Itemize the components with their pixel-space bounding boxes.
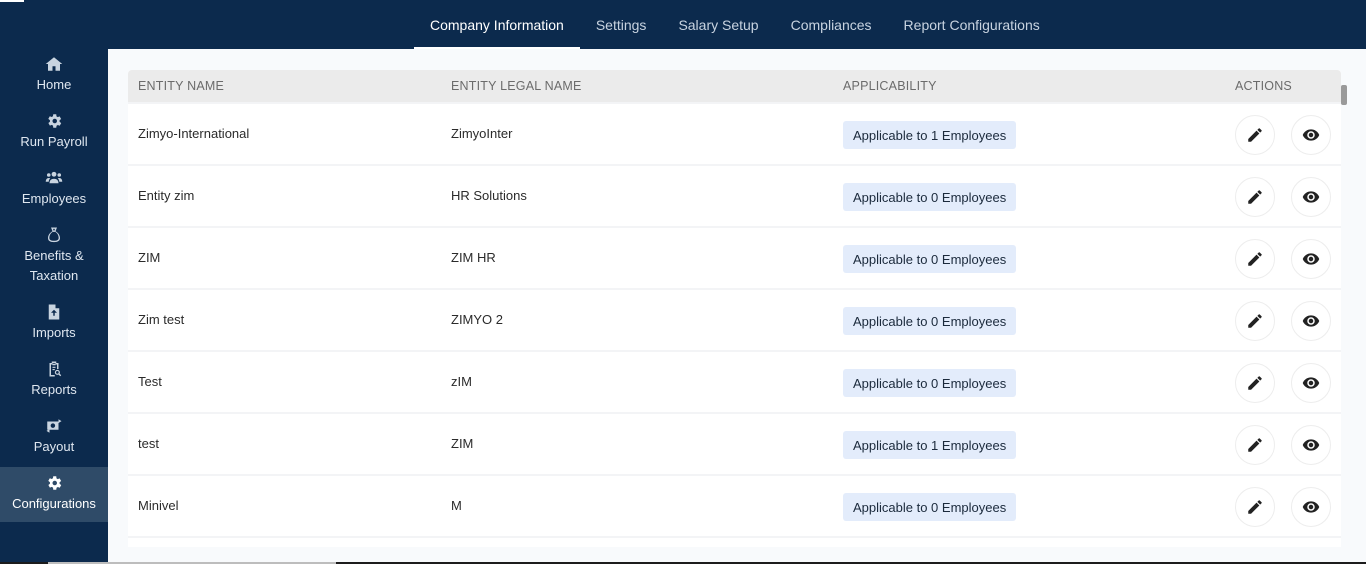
tab-compliances[interactable]: Compliances bbox=[775, 0, 888, 49]
table-row: Entity zim HR Solutions Applicable to 0 Em… bbox=[128, 166, 1341, 228]
edit-button[interactable] bbox=[1235, 301, 1275, 341]
eye-icon bbox=[1302, 439, 1320, 451]
sidebar-item-label: Payout bbox=[33, 439, 75, 454]
edit-button[interactable] bbox=[1235, 115, 1275, 155]
tab-bar: Company Information Settings Salary Setu… bbox=[414, 0, 1056, 49]
applicability-badge: Applicable to 0 Employees bbox=[843, 493, 1017, 521]
entity-legal-name-cell: ZIM HR bbox=[451, 250, 496, 265]
entity-legal-name-cell: ZimyoInter bbox=[451, 126, 513, 141]
view-button[interactable] bbox=[1291, 115, 1331, 155]
eye-icon bbox=[1302, 191, 1320, 203]
table-row: Minivel M Applicable to 0 Employees bbox=[128, 476, 1341, 538]
pencil-icon bbox=[1248, 128, 1262, 142]
sidebar-item-label: Home bbox=[36, 77, 72, 92]
tab-settings[interactable]: Settings bbox=[580, 0, 663, 49]
table-row: Zimyo-International ZimyoInter Applicable … bbox=[128, 104, 1341, 166]
sidebar-item-home[interactable]: Home bbox=[0, 55, 108, 107]
sidebar-item-label: Employees bbox=[21, 191, 87, 206]
edit-button[interactable] bbox=[1235, 363, 1275, 403]
sidebar-item-benefits-taxation[interactable]: Benefits & Taxation bbox=[0, 226, 108, 298]
column-header-entity-legal-name: ENTITY LEGAL NAME bbox=[451, 79, 582, 93]
view-button[interactable] bbox=[1291, 487, 1331, 527]
file-upload-icon bbox=[48, 304, 60, 320]
table-header: ENTITY NAME ENTITY LEGAL NAME APPLICABIL… bbox=[128, 70, 1341, 102]
entity-name-cell: Zimyo-International bbox=[138, 126, 250, 141]
table-row: test ZIM Applicable to 1 Employees bbox=[128, 414, 1341, 476]
sidebar-item-label: Run Payroll bbox=[20, 134, 88, 149]
view-button[interactable] bbox=[1291, 363, 1331, 403]
pencil-icon bbox=[1248, 500, 1262, 514]
entity-name-cell: Zim test bbox=[138, 312, 185, 327]
tab-report-configurations[interactable]: Report Configurations bbox=[888, 0, 1056, 49]
home-icon bbox=[45, 57, 63, 71]
gear-icon bbox=[48, 476, 62, 490]
entity-name-cell: Minivel bbox=[138, 498, 179, 513]
sidebar-item-configurations[interactable]: Configurations bbox=[0, 467, 108, 522]
view-button[interactable] bbox=[1291, 425, 1331, 465]
view-button[interactable] bbox=[1291, 301, 1331, 341]
eye-icon bbox=[1302, 253, 1320, 265]
entity-name-cell: test bbox=[138, 436, 159, 451]
top-navbar: Company Information Settings Salary Setu… bbox=[0, 0, 1366, 49]
sidebar-item-payout[interactable]: Payout bbox=[0, 417, 108, 469]
eye-icon bbox=[1302, 501, 1320, 513]
entity-legal-name-cell: ZIMYO 2 bbox=[451, 312, 504, 327]
tab-salary-setup[interactable]: Salary Setup bbox=[662, 0, 774, 49]
table-row: Test zIM Applicable to 0 Employees bbox=[128, 352, 1341, 414]
edit-button[interactable] bbox=[1235, 239, 1275, 279]
sidebar-item-label-line2: Taxation bbox=[29, 268, 79, 283]
pencil-icon bbox=[1248, 438, 1262, 452]
entity-legal-name-cell: ZIM bbox=[451, 436, 474, 451]
sidebar-item-imports[interactable]: Imports bbox=[0, 303, 108, 355]
gear-icon bbox=[48, 114, 62, 128]
entity-legal-name-cell: M bbox=[451, 498, 462, 513]
tab-company-information[interactable]: Company Information bbox=[414, 0, 580, 49]
applicability-badge: Applicable to 1 Employees bbox=[843, 121, 1017, 149]
entity-name-cell: ZIM bbox=[138, 250, 161, 265]
sidebar-item-employees[interactable]: Employees bbox=[0, 169, 108, 221]
entity-name-cell: Entity zim bbox=[138, 188, 195, 203]
applicability-badge: Applicable to 1 Employees bbox=[843, 431, 1017, 459]
pencil-icon bbox=[1248, 314, 1262, 328]
eye-icon bbox=[1302, 129, 1320, 141]
column-header-actions: ACTIONS bbox=[1235, 79, 1292, 93]
window-corner bbox=[0, 0, 24, 2]
edit-button[interactable] bbox=[1235, 487, 1275, 527]
eye-icon bbox=[1302, 377, 1320, 389]
applicability-badge: Applicable to 0 Employees bbox=[843, 245, 1017, 273]
entity-legal-name-cell: zIM bbox=[451, 374, 472, 389]
sidebar-item-run-payroll[interactable]: Run Payroll bbox=[0, 112, 108, 164]
column-header-applicability: APPLICABILITY bbox=[843, 79, 937, 93]
entity-name-cell: Test bbox=[138, 374, 162, 389]
pencil-icon bbox=[1248, 376, 1262, 390]
entity-table: ENTITY NAME ENTITY LEGAL NAME APPLICABIL… bbox=[128, 70, 1341, 547]
applicability-badge: Applicable to 0 Employees bbox=[843, 307, 1017, 335]
sidebar-item-label: Configurations bbox=[12, 496, 96, 511]
pencil-icon bbox=[1248, 252, 1262, 266]
table-body: Elon MuskTeslaApplicable to 0 EmployeesZ… bbox=[128, 70, 1341, 538]
applicability-badge: Applicable to 0 Employees bbox=[843, 369, 1017, 397]
view-button[interactable] bbox=[1291, 239, 1331, 279]
column-header-entity-name: ENTITY NAME bbox=[138, 79, 225, 93]
users-icon bbox=[45, 171, 63, 184]
edit-button[interactable] bbox=[1235, 177, 1275, 217]
sidebar-item-label: Reports bbox=[31, 382, 77, 397]
view-button[interactable] bbox=[1291, 177, 1331, 217]
edit-button[interactable] bbox=[1235, 425, 1275, 465]
money-transfer-icon bbox=[46, 419, 62, 433]
sidebar-item-label: Imports bbox=[32, 325, 76, 340]
table-scrollbar[interactable] bbox=[1341, 85, 1347, 105]
table-row: ZIM ZIM HR Applicable to 0 Employees bbox=[128, 228, 1341, 290]
main-content: ENTITY NAME ENTITY LEGAL NAME APPLICABIL… bbox=[108, 49, 1366, 564]
sidebar-item-reports[interactable]: Reports bbox=[0, 360, 108, 412]
money-bag-icon bbox=[48, 227, 60, 243]
sidebar: Home Run Payroll Employees Benefits & Ta… bbox=[0, 49, 108, 564]
eye-icon bbox=[1302, 315, 1320, 327]
entity-legal-name-cell: HR Solutions bbox=[451, 188, 527, 203]
pencil-icon bbox=[1248, 190, 1262, 204]
sidebar-item-label: Benefits & bbox=[24, 248, 84, 263]
table-row: Zim test ZIMYO 2 Applicable to 0 Employees bbox=[128, 290, 1341, 352]
applicability-badge: Applicable to 0 Employees bbox=[843, 183, 1017, 211]
report-search-icon bbox=[49, 361, 62, 377]
